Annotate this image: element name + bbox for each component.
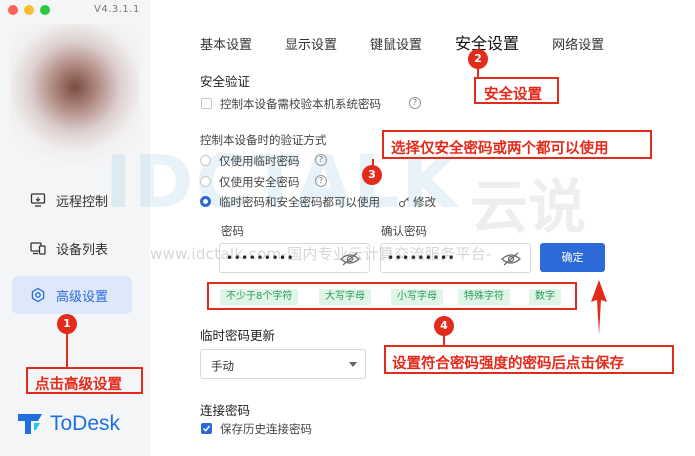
sidebar-item-advanced-settings[interactable]: 高级设置 [12, 276, 132, 314]
close-window-button[interactable] [8, 5, 18, 15]
save-history-label: 保存历史连接密码 [220, 422, 312, 436]
annotation-step-1-badge: 1 [57, 314, 77, 334]
annotation-step-1-text: 点击高级设置 [35, 377, 122, 393]
app-version: V4.3.1.1 [94, 4, 140, 15]
option-label: 仅使用临时密码 [219, 154, 300, 168]
modify-link[interactable]: 修改 [398, 194, 436, 210]
security-verify-title: 安全验证 [200, 74, 251, 89]
help-icon[interactable]: ? [409, 97, 421, 109]
annotation-step-3-text: 选择仅安全密码或两个都可以使用 [391, 141, 609, 157]
annotation-arrow-icon [591, 280, 607, 335]
key-icon [398, 197, 409, 208]
modify-label: 修改 [413, 195, 436, 209]
annotation-step-4-badge: 4 [434, 316, 454, 336]
help-icon[interactable]: ? [315, 154, 327, 166]
minimize-window-button[interactable] [24, 5, 34, 15]
sidebar-item-device-list[interactable]: 设备列表 [12, 229, 132, 267]
checkmark-icon [203, 425, 211, 432]
settings-tabs: 基本设置 显示设置 键鼠设置 安全设置 网络设置 [200, 30, 637, 54]
annotation-step-2-line [477, 69, 479, 77]
verify-local-password-checkbox[interactable] [201, 98, 212, 109]
annotation-step-2-badge: 2 [468, 49, 488, 69]
maximize-window-button[interactable] [40, 5, 50, 15]
annotation-step-1-line [66, 334, 68, 367]
password-label: 密码 [221, 224, 244, 238]
tab-display[interactable]: 显示设置 [285, 34, 337, 53]
watermark-text: www.idctalk.com-国内专业云计算交流服务平台- [150, 245, 492, 263]
annotation-step-2-box: 安全设置 [474, 77, 559, 104]
save-history-checkbox[interactable] [201, 423, 212, 434]
annotation-step-4-tags-box [207, 282, 577, 310]
help-icon[interactable]: ? [315, 175, 327, 187]
devices-icon [30, 242, 46, 255]
annotation-step-3-badge: 3 [362, 165, 382, 185]
annotation-step-3-box: 选择仅安全密码或两个都可以使用 [382, 130, 652, 159]
chevron-down-icon [349, 362, 357, 367]
option-label: 临时密码和安全密码都可以使用 [219, 195, 380, 209]
temp-password-update-select[interactable]: 手动 [200, 349, 366, 379]
todesk-logo: ToDesk [16, 412, 120, 436]
connection-password-title: 连接密码 [200, 403, 251, 418]
eye-off-icon[interactable] [500, 251, 522, 267]
annotation-step-1-box: 点击高级设置 [26, 367, 143, 394]
annotation-step-4-box: 设置符合密码强度的密码后点击保存 [384, 345, 674, 374]
monitor-icon [30, 193, 46, 207]
tab-security[interactable]: 安全设置 [455, 30, 519, 54]
annotation-step-2-text: 安全设置 [484, 87, 542, 103]
confirm-button[interactable]: 确定 [540, 243, 605, 272]
annotation-step-4-line [443, 336, 445, 345]
tab-keyboard-mouse[interactable]: 键鼠设置 [370, 34, 422, 53]
tab-basic[interactable]: 基本设置 [200, 34, 252, 53]
annotation-step-4-text: 设置符合密码强度的密码后点击保存 [392, 356, 624, 372]
temp-password-update-title: 临时密码更新 [200, 328, 276, 343]
radio-temp-password-only[interactable] [200, 155, 211, 166]
confirm-password-label: 确认密码 [381, 224, 427, 238]
select-value: 手动 [211, 359, 234, 373]
verify-local-password-label: 控制本设备需校验本机系统密码 [220, 97, 381, 111]
sidebar-item-label: 远程控制 [56, 194, 109, 210]
radio-both-passwords[interactable] [200, 196, 211, 207]
settings-hexagon-icon [31, 287, 45, 303]
tab-network[interactable]: 网络设置 [552, 34, 604, 53]
sidebar-item-label: 设备列表 [56, 242, 109, 258]
option-label: 仅使用安全密码 [219, 175, 300, 189]
verify-method-title: 控制本设备时的验证方式 [200, 133, 327, 147]
radio-security-password-only[interactable] [200, 176, 211, 187]
todesk-logo-text: ToDesk [50, 412, 121, 435]
watermark-logo-cn: 云说 [470, 173, 587, 241]
todesk-logo-icon [18, 414, 42, 434]
sidebar-item-label: 高级设置 [56, 289, 109, 305]
